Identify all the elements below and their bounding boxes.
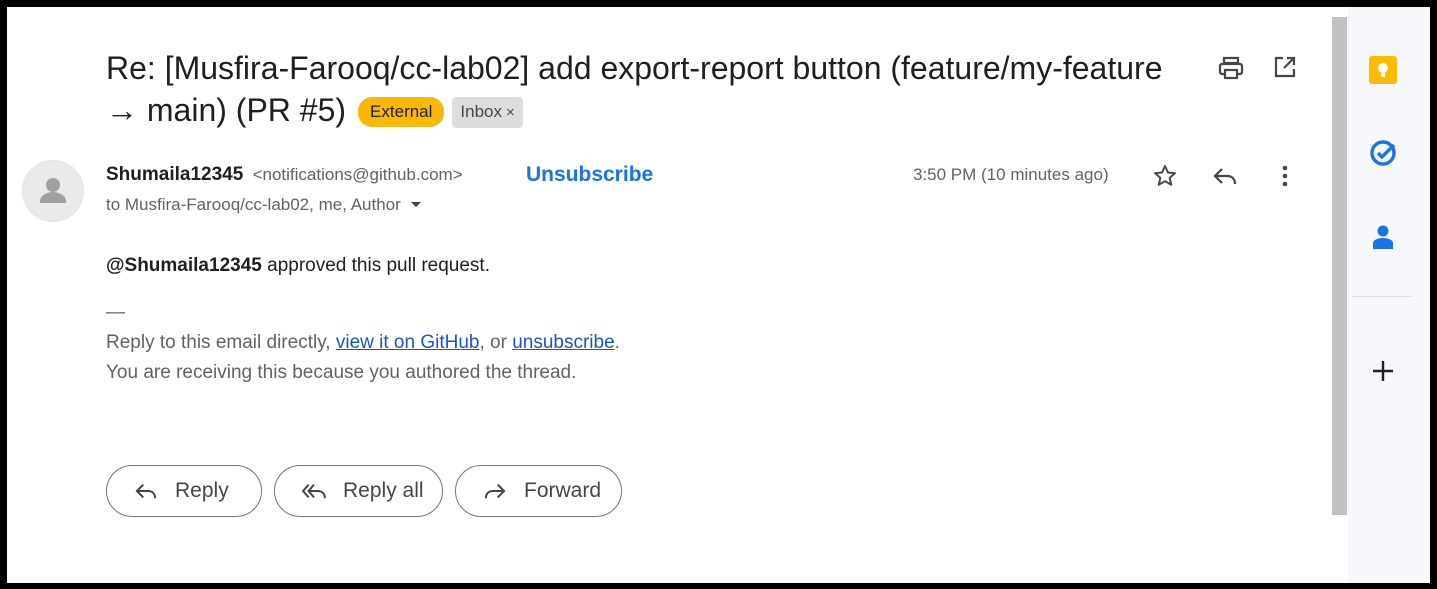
signature-divider: —: [106, 302, 125, 323]
sender-name[interactable]: Shumaila12345: [106, 164, 243, 185]
body-text: approved this pull request.: [261, 255, 490, 276]
reply-all-button-label: Reply all: [343, 479, 424, 502]
reply-icon: [133, 478, 159, 504]
person-icon: [40, 178, 66, 203]
more-vert-icon[interactable]: [1271, 162, 1299, 190]
inbox-label[interactable]: Inbox ×: [452, 97, 523, 128]
signature-middle: , or: [479, 332, 513, 353]
sender-avatar[interactable]: [22, 160, 84, 222]
reply-all-icon: [301, 478, 327, 504]
star-icon[interactable]: [1151, 162, 1179, 190]
signature-prefix: Reply to this email directly,: [106, 332, 336, 353]
unsubscribe-link[interactable]: unsubscribe: [512, 332, 614, 353]
reply-button-label: Reply: [175, 479, 229, 502]
reply-button[interactable]: Reply: [106, 465, 262, 517]
signature-line-2: You are receiving this because you autho…: [106, 362, 577, 383]
sender-line: Shumaila12345 <notifications@github.com>: [106, 163, 463, 187]
sender-email: <notifications@github.com>: [252, 165, 463, 184]
print-icon[interactable]: [1217, 54, 1245, 82]
signature-line-1: Reply to this email directly, view it on…: [106, 331, 620, 355]
remove-label-icon[interactable]: ×: [506, 104, 515, 121]
subject-text: Re: [Musfira-Farooq/cc-lab02] add export…: [106, 50, 1163, 128]
email-subject: Re: [Musfira-Farooq/cc-lab02] add export…: [106, 47, 1166, 131]
add-icon[interactable]: [1368, 356, 1398, 386]
keep-icon[interactable]: [1368, 55, 1398, 85]
scrollbar-thumb[interactable]: [1332, 17, 1347, 515]
forward-icon: [482, 478, 508, 504]
side-panel-divider: [1352, 296, 1412, 297]
view-on-github-link[interactable]: view it on GitHub: [336, 332, 480, 353]
mention: @Shumaila12345: [106, 255, 262, 276]
contacts-icon[interactable]: [1368, 222, 1398, 252]
message-view: Re: [Musfira-Farooq/cc-lab02] add export…: [7, 7, 1330, 583]
unsubscribe-button[interactable]: Unsubscribe: [526, 163, 653, 187]
forward-button[interactable]: Forward: [455, 465, 622, 517]
signature-suffix: .: [614, 332, 620, 353]
forward-button-label: Forward: [524, 479, 602, 502]
inbox-label-text: Inbox: [460, 102, 503, 121]
reply-icon[interactable]: [1211, 162, 1239, 190]
open-in-new-window-icon[interactable]: [1271, 53, 1299, 81]
recipients-text: to Musfira-Farooq/cc-lab02, me, Author: [106, 195, 401, 214]
reply-all-button[interactable]: Reply all: [274, 465, 443, 517]
email-body-message: @Shumaila12345 approved this pull reques…: [106, 254, 490, 278]
tasks-icon[interactable]: [1368, 138, 1398, 168]
gmail-window: Re: [Musfira-Farooq/cc-lab02] add export…: [7, 7, 1430, 583]
email-timestamp: 3:50 PM (10 minutes ago): [913, 165, 1109, 184]
recipients-dropdown[interactable]: to Musfira-Farooq/cc-lab02, me, Author: [106, 194, 421, 216]
caret-down-icon[interactable]: [410, 202, 421, 207]
external-label: External: [358, 97, 445, 127]
side-panel: [1348, 7, 1430, 583]
